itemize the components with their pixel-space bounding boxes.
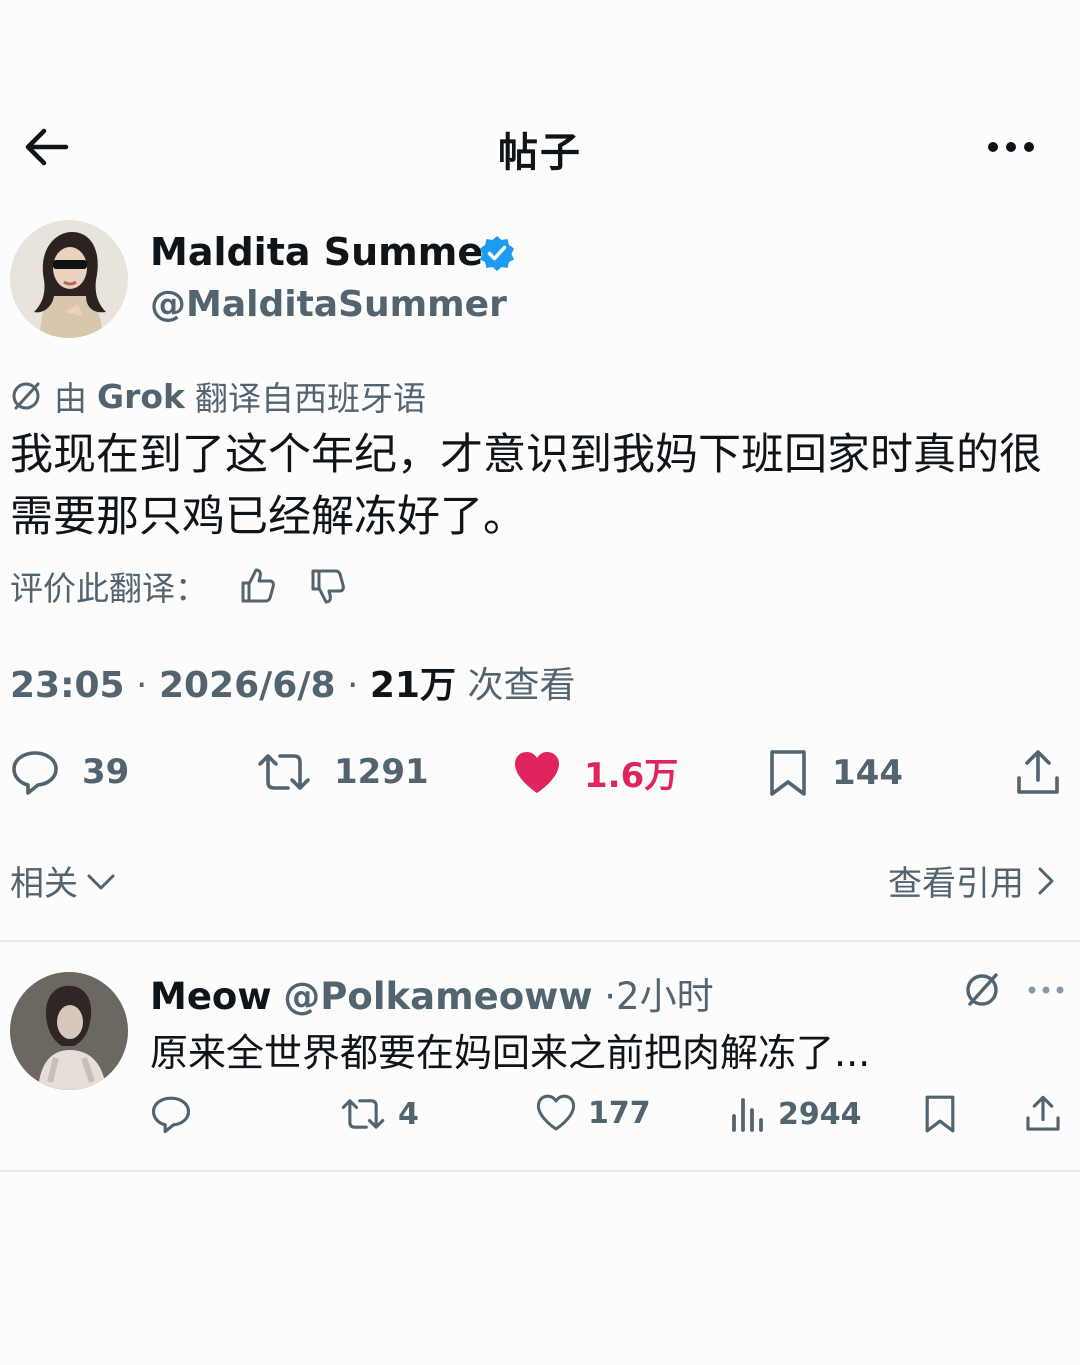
views-count: 21万 <box>369 665 456 706</box>
verified-badge-icon <box>478 234 516 272</box>
repost-count: 1291 <box>334 752 429 792</box>
reply-share-button[interactable] <box>1024 1094 1074 1134</box>
view-quotes-label: 查看引用 <box>888 864 1024 904</box>
author-avatar[interactable] <box>10 220 128 338</box>
bookmark-button[interactable]: 144 <box>766 748 903 798</box>
heart-icon <box>536 1094 576 1131</box>
reply-header: Meow @Polkameoww ·2小时 <box>150 975 714 1018</box>
thumbs-up-icon[interactable] <box>238 566 278 606</box>
heart-filled-icon <box>515 751 559 793</box>
more-horizontal-icon <box>988 142 1034 152</box>
repost-icon <box>258 754 310 790</box>
post-meta: 23:05 · 2026/6/8 · 21万 次查看 <box>10 665 576 706</box>
reply-views-button[interactable]: 2944 <box>730 1094 862 1134</box>
divider <box>0 1170 1080 1172</box>
reply-avatar[interactable] <box>10 972 128 1090</box>
rate-translation: 评价此翻译： <box>10 562 348 610</box>
reply-translate-button[interactable] <box>962 970 1002 1010</box>
like-count: 1.6万 <box>584 756 679 796</box>
more-horizontal-icon <box>1028 986 1064 994</box>
chevron-right-icon <box>1038 867 1054 894</box>
repost-icon <box>341 1099 385 1129</box>
reply-views-count: 2944 <box>778 1096 862 1132</box>
share-icon <box>1026 1095 1060 1131</box>
author-handle[interactable]: @MalditaSummer <box>150 284 507 325</box>
reply-bookmark-button[interactable] <box>922 1094 970 1134</box>
translation-source: Grok <box>97 376 185 416</box>
view-quotes-link[interactable]: 查看引用 <box>888 856 1058 905</box>
reply-icon <box>151 1096 191 1134</box>
reply-time: 2小时 <box>616 975 714 1018</box>
translation-note: 由 Grok 翻译自西班牙语 <box>10 372 426 420</box>
related-toggle[interactable]: 相关 <box>10 856 118 905</box>
reply-text: 原来全世界都要在妈回来之前把肉解冻了... <box>150 1031 871 1075</box>
reply-like-button[interactable]: 177 <box>536 1094 651 1132</box>
reply-repost-count: 4 <box>398 1096 419 1132</box>
share-icon <box>1017 750 1059 794</box>
views-label: 次查看 <box>467 665 576 706</box>
translation-suffix: 翻译自西班牙语 <box>194 379 426 418</box>
thumbs-down-icon[interactable] <box>308 566 348 606</box>
reply-icon <box>12 751 58 795</box>
globe-slash-icon <box>12 382 40 410</box>
reply-button[interactable]: 39 <box>10 748 129 796</box>
post-text: 我现在到了这个年纪，才意识到我妈下班回家时真的很需要那只鸡已经解冻好了。 <box>10 430 1042 542</box>
page-title: 帖子 <box>498 130 582 176</box>
chevron-down-icon <box>87 874 115 889</box>
reply-repost-button[interactable]: 4 <box>340 1094 419 1134</box>
share-button[interactable] <box>1014 748 1080 798</box>
reply-count: 39 <box>82 752 130 792</box>
reply-reply-button[interactable] <box>150 1094 204 1134</box>
reply-author-handle[interactable]: @Polkameoww <box>283 975 592 1018</box>
post-time: 23:05 <box>10 665 125 706</box>
avatar-image <box>10 972 128 1090</box>
author-name[interactable]: Maldita Summer <box>150 230 502 274</box>
reply-author-name[interactable]: Meow <box>150 975 272 1018</box>
bookmark-count: 144 <box>832 753 903 793</box>
more-button[interactable] <box>986 130 1036 164</box>
post-date: 2026/6/8 <box>158 665 336 706</box>
bookmark-icon <box>925 1095 955 1133</box>
avatar-image <box>10 220 128 338</box>
reply-like-count: 177 <box>588 1095 651 1131</box>
translation-prefix: 由 <box>54 379 87 418</box>
divider <box>0 940 1080 942</box>
globe-slash-icon <box>966 973 998 1006</box>
analytics-icon <box>732 1098 763 1132</box>
repost-button[interactable]: 1291 <box>256 748 429 796</box>
bookmark-icon <box>770 750 806 796</box>
like-button[interactable]: 1.6万 <box>512 748 678 797</box>
reply-more-button[interactable] <box>1026 982 1066 998</box>
rate-translation-label: 评价此翻译： <box>10 569 208 608</box>
related-label: 相关 <box>10 864 78 904</box>
